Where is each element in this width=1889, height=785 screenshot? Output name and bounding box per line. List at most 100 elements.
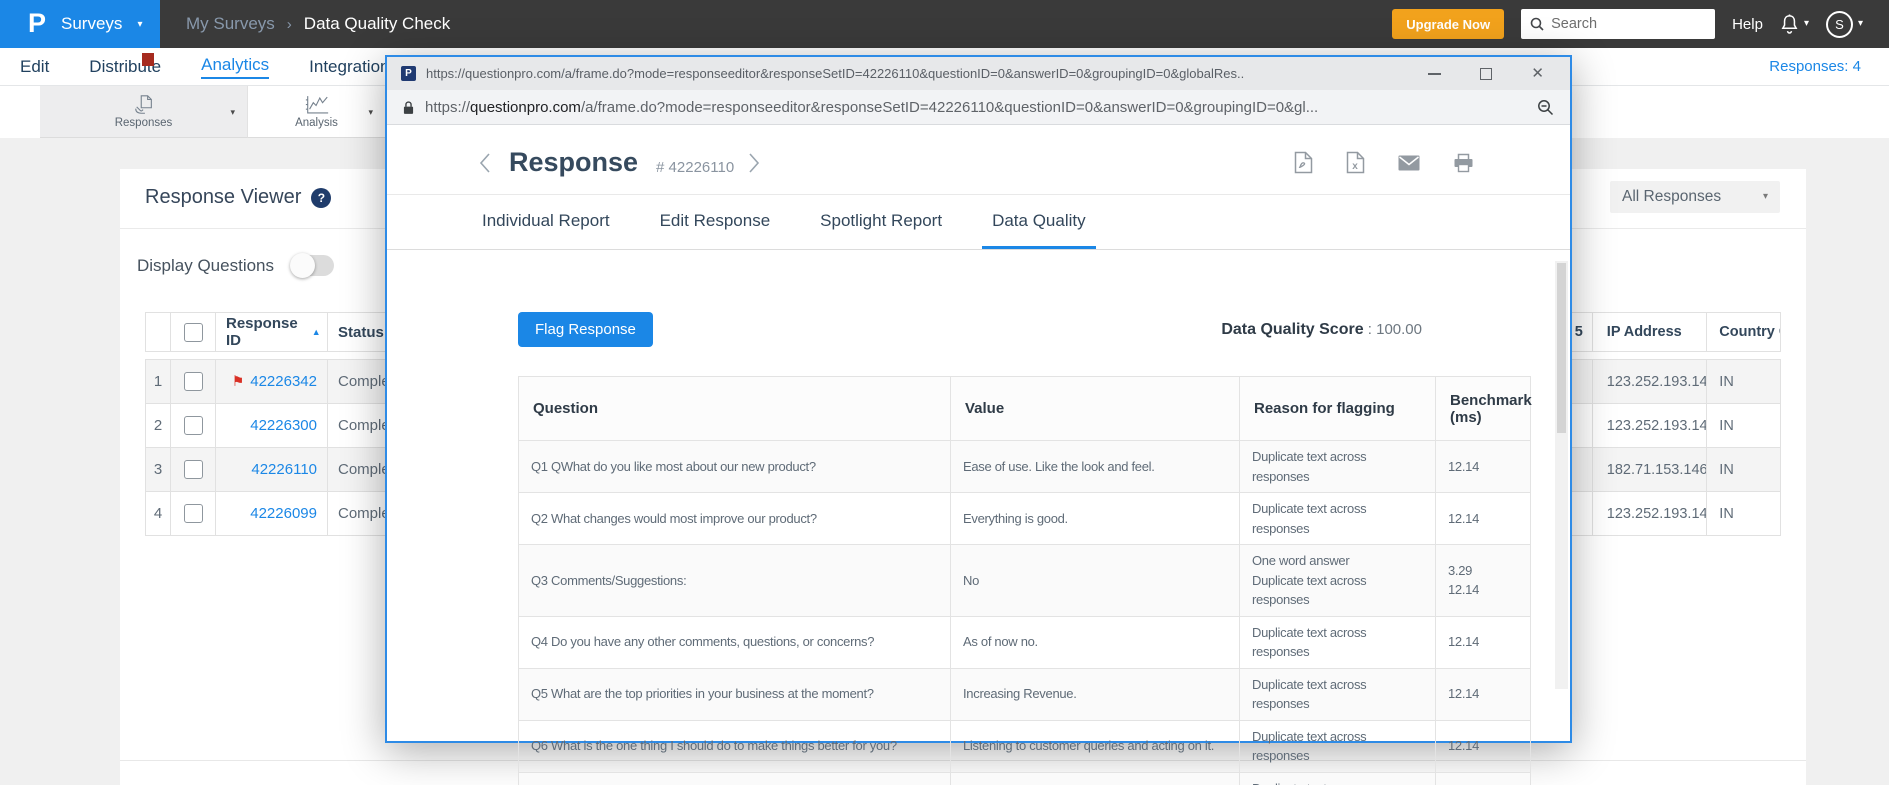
table-row: 123.252.193.148IN	[1540, 491, 1781, 536]
responses-doc-icon	[132, 94, 156, 116]
checkbox-cell	[170, 491, 216, 536]
responses-filter-value: All Responses	[1622, 188, 1721, 206]
breadcrumb-separator-icon: ›	[287, 16, 292, 33]
dq-header-reason: Reason for flagging	[1240, 377, 1436, 441]
response-id-link[interactable]: 42226300	[250, 417, 317, 434]
score-value: : 100.00	[1364, 321, 1422, 338]
scrollbar[interactable]	[1555, 261, 1568, 689]
dq-table-row: Q7 Comments/Suggestions:Nothing.Duplicat…	[519, 772, 1531, 785]
response-id-link[interactable]: 42226099	[250, 505, 317, 522]
maximize-button[interactable]	[1480, 68, 1492, 80]
country-code-cell: IN	[1706, 359, 1781, 404]
tab-data-quality[interactable]: Data Quality	[982, 195, 1096, 249]
minimize-icon	[1428, 73, 1441, 75]
dq-reason-cell: Duplicate text across responses	[1240, 772, 1436, 785]
response-id-link[interactable]: 42226110	[251, 461, 317, 478]
response-id-header-label: Response ID	[226, 315, 298, 349]
dq-header-benchmark: Benchmark (ms)	[1436, 377, 1531, 441]
address-bar[interactable]: https://questionpro.com/a/frame.do?mode=…	[387, 90, 1570, 125]
window-title-bar[interactable]: P https://questionpro.com/a/frame.do?mod…	[387, 57, 1570, 90]
ip-address-header[interactable]: IP Address	[1592, 312, 1708, 352]
product-name: Surveys	[61, 14, 122, 34]
tab-spotlight-report[interactable]: Spotlight Report	[810, 195, 952, 249]
row-number: 2	[145, 403, 171, 448]
scrollbar-thumb[interactable]	[1557, 263, 1566, 433]
questionpro-logo: P	[28, 10, 46, 37]
dq-question-cell: Q6 What is the one thing I should do to …	[519, 720, 951, 772]
previous-response-button[interactable]	[479, 152, 491, 174]
response-title: Response	[509, 147, 638, 178]
row-checkbox[interactable]	[184, 460, 203, 479]
close-button[interactable]: ✕	[1531, 66, 1544, 81]
topbar-right: Upgrade Now Help ▾ S ▾	[1392, 9, 1889, 39]
tab-edit[interactable]: Edit	[20, 57, 49, 77]
row-checkbox[interactable]	[184, 504, 203, 523]
dq-question-cell: Q4 Do you have any other comments, quest…	[519, 616, 951, 668]
surveys-menu[interactable]: P Surveys ▾	[0, 0, 160, 48]
dq-reason-cell: One word answer Duplicate text across re…	[1240, 545, 1436, 617]
response-id-cell: ⚑42226342	[215, 359, 328, 404]
table-row: 123.252.193.148IN	[1540, 403, 1781, 448]
breadcrumb-my-surveys[interactable]: My Surveys	[186, 14, 275, 34]
ip-address-cell: 182.71.153.146	[1592, 447, 1708, 492]
window-controls: ✕	[1428, 66, 1544, 81]
url-scheme: https://	[425, 99, 470, 116]
country-code-header[interactable]: Country Co	[1706, 312, 1781, 352]
row-number-header	[145, 312, 171, 352]
page-title-row: Response Viewer ?	[145, 186, 331, 209]
checkbox-cell	[170, 447, 216, 492]
export-pdf-icon[interactable]	[1294, 151, 1313, 174]
minimize-button[interactable]	[1428, 73, 1441, 75]
dq-question-cell: Q7 Comments/Suggestions:	[519, 772, 951, 785]
zoom-out-icon[interactable]	[1537, 99, 1554, 116]
responses-count: Responses: 4	[1769, 58, 1889, 75]
tab-edit-response[interactable]: Edit Response	[650, 195, 781, 249]
upgrade-now-button[interactable]: Upgrade Now	[1392, 9, 1504, 39]
print-icon[interactable]	[1453, 153, 1474, 173]
dq-value-cell: Nothing.	[951, 772, 1240, 785]
sort-asc-icon: ▲	[312, 327, 321, 337]
account-menu[interactable]: S ▾	[1826, 11, 1863, 38]
next-response-button[interactable]	[748, 152, 760, 174]
dq-value-cell: Listening to customer queries and acting…	[951, 720, 1240, 772]
breadcrumb-current: Data Quality Check	[304, 14, 450, 34]
select-all-cell	[170, 312, 216, 352]
row-checkbox[interactable]	[184, 372, 203, 391]
search-input[interactable]	[1551, 16, 1706, 32]
response-table-header-right: 5 IP Address Country Co	[1540, 312, 1781, 352]
help-icon[interactable]: ?	[311, 188, 331, 208]
ip-address-cell: 123.252.193.148	[1592, 403, 1708, 448]
select-all-checkbox[interactable]	[184, 323, 203, 342]
dq-reason-cell: Duplicate text across responses	[1240, 616, 1436, 668]
country-code-cell: IN	[1706, 403, 1781, 448]
notifications-menu[interactable]: ▾	[1780, 13, 1809, 35]
url-host: questionpro.com	[470, 99, 581, 116]
email-icon[interactable]	[1398, 155, 1420, 171]
dq-benchmark-cell: 3.29 12.14	[1436, 545, 1531, 617]
analysis-tool[interactable]: Analysis ▾	[247, 86, 385, 138]
display-questions-toggle[interactable]	[292, 255, 334, 276]
response-tabs: Individual Report Edit Response Spotligh…	[387, 195, 1570, 250]
tab-integration[interactable]: Integration	[309, 57, 389, 77]
search-box[interactable]	[1521, 9, 1715, 39]
dq-table-row: Q3 Comments/Suggestions:NoOne word answe…	[519, 545, 1531, 617]
response-id-link[interactable]: 42226342	[250, 373, 317, 390]
modal-content: Response # 42226110 x Indi	[387, 125, 1570, 741]
url-path: /a/frame.do?mode=responseeditor&response…	[581, 99, 1318, 116]
help-link[interactable]: Help	[1732, 16, 1763, 33]
svg-text:x: x	[1352, 161, 1358, 172]
red-badge	[142, 53, 154, 66]
response-table-right: 5 IP Address Country Co 123.252.193.148I…	[1540, 312, 1781, 536]
export-excel-icon[interactable]: x	[1346, 151, 1365, 174]
dq-value-cell: Increasing Revenue.	[951, 668, 1240, 720]
tab-individual-report[interactable]: Individual Report	[472, 195, 620, 249]
lock-icon	[403, 100, 414, 115]
responses-tool[interactable]: Responses ▾	[40, 86, 247, 138]
row-checkbox[interactable]	[184, 416, 203, 435]
response-id-header[interactable]: Response ID ▲	[215, 312, 328, 352]
dq-table-row: Q5 What are the top priorities in your b…	[519, 668, 1531, 720]
tab-analytics[interactable]: Analytics	[201, 55, 269, 79]
chevron-down-icon: ▾	[1804, 19, 1809, 29]
responses-filter-dropdown[interactable]: All Responses ▾	[1610, 181, 1780, 213]
flag-response-button[interactable]: Flag Response	[518, 312, 653, 347]
